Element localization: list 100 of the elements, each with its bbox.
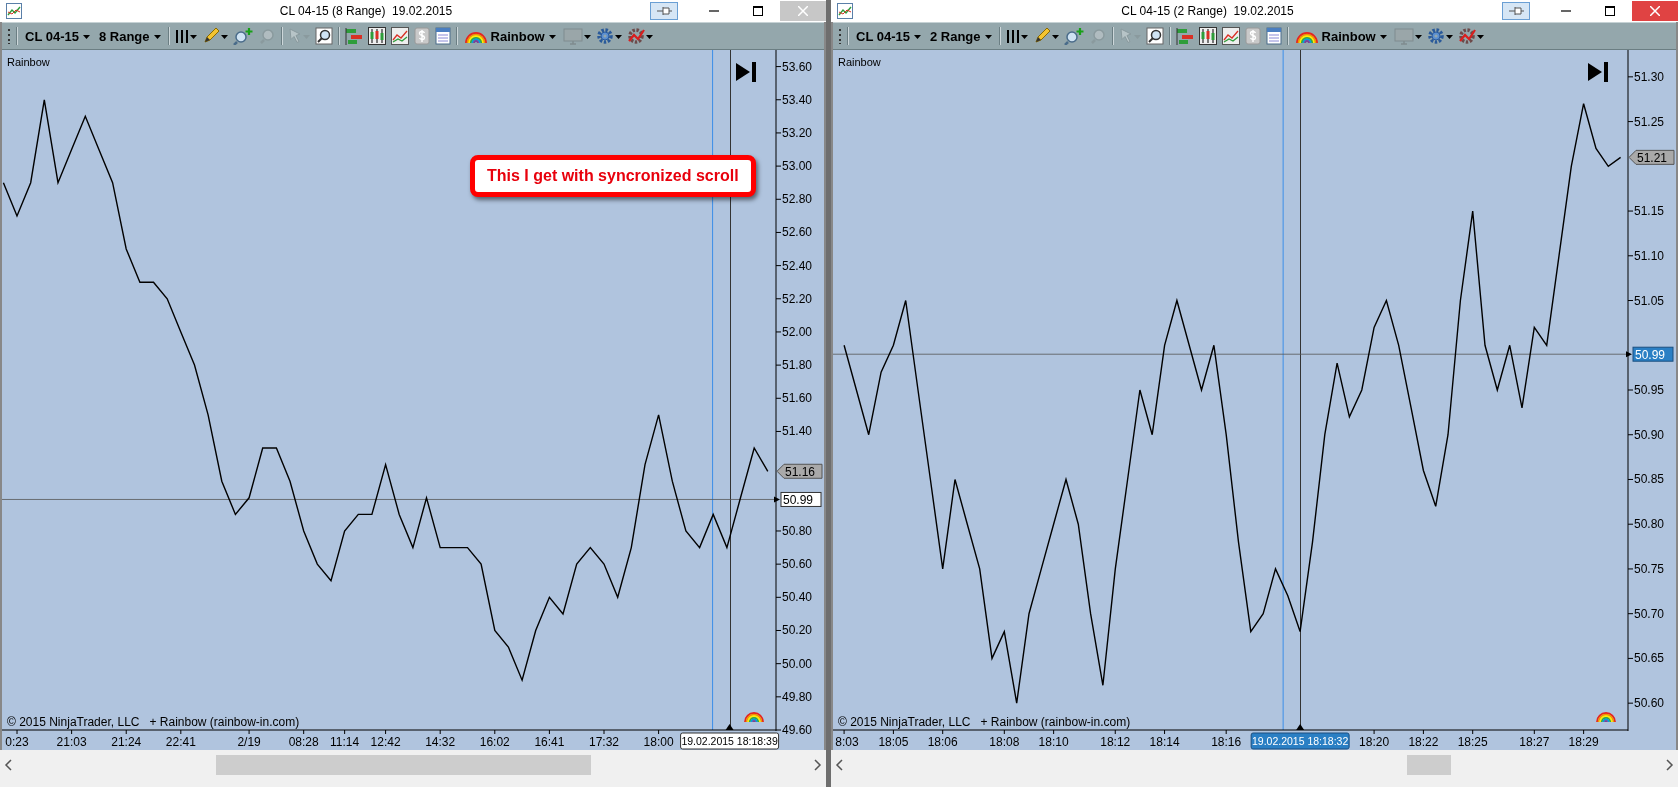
scroll-right-icon[interactable] (1666, 759, 1674, 771)
x-tick-label: 11:14 (330, 735, 360, 749)
x-tick-label: 18:20 (1359, 735, 1390, 749)
chart-app-icon (837, 3, 853, 19)
pin-button[interactable] (650, 2, 678, 20)
close-icon (798, 6, 808, 16)
period-dropdown[interactable]: 8 Range (96, 25, 163, 47)
y-tick-label: 50.85 (1634, 472, 1665, 487)
y-tick-label: 50.80 (782, 524, 813, 538)
y-tick-label: 49.80 (782, 689, 813, 704)
instrument-dropdown[interactable]: CL 04-15 (854, 25, 923, 47)
y-tick-label: 50.60 (1634, 696, 1665, 711)
x-tick-label: 14:32 (425, 735, 456, 749)
pin-icon (1507, 5, 1525, 17)
y-tick-label: 50.80 (1634, 517, 1665, 532)
y-tick-label: 51.15 (1634, 204, 1665, 219)
scroll-right-icon[interactable] (814, 759, 822, 771)
y-tick-label: 51.80 (782, 358, 813, 373)
grip-icon[interactable] (839, 27, 842, 45)
scroll-left-icon[interactable] (835, 759, 843, 771)
y-tick-label: 53.40 (782, 92, 813, 107)
x-tick-label: 21:03 (56, 735, 87, 749)
last-price-tag: 51.16 (776, 463, 823, 479)
y-tick-label: 51.40 (782, 424, 813, 439)
x-tick-label: 8:03 (835, 735, 859, 749)
maximize-icon (753, 6, 763, 16)
pencil-icon[interactable] (201, 27, 220, 45)
line-chart-icon[interactable] (390, 27, 409, 45)
dollar-icon[interactable] (413, 27, 430, 45)
minimize-icon (709, 10, 719, 12)
indicator-dropdown[interactable]: Rainbow (462, 25, 558, 47)
indicator-dropdown[interactable]: Rainbow (1293, 25, 1389, 47)
chart-app-icon (6, 3, 22, 19)
indicator-label: Rainbow (7, 56, 50, 68)
skip-to-end-icon[interactable] (1588, 62, 1608, 82)
y-tick-label: 50.40 (782, 590, 813, 605)
zoom-in-icon[interactable] (1063, 27, 1084, 45)
y-tick-label: 53.60 (782, 59, 813, 74)
candlestick-icon[interactable] (1198, 27, 1217, 45)
bars-icon[interactable] (1005, 27, 1020, 45)
y-tick-label: 52.40 (782, 258, 813, 273)
period-dropdown[interactable]: 2 Range (927, 25, 994, 47)
scroll-left-icon[interactable] (4, 759, 12, 771)
indicator-label: Rainbow (838, 56, 881, 68)
zoom-in-icon[interactable] (232, 27, 253, 45)
close-button[interactable] (1632, 1, 1678, 21)
x-tick-label: 0:23 (5, 735, 29, 749)
y-tick-label: 52.20 (782, 291, 813, 306)
rainbow-icon (1596, 712, 1616, 723)
x-tick-label: 08:28 (288, 735, 319, 749)
cursor-time-label: 19.02.2015 18:18:39 (680, 732, 780, 750)
pin-icon (655, 5, 673, 17)
copyright-text: © 2015 NinjaTrader, LLC + Rainbow (rainbow-in.com) (7, 715, 300, 729)
x-tick-label: 18:08 (989, 735, 1020, 749)
y-tick-label: 50.90 (1634, 427, 1665, 442)
copyright-text: © 2015 NinjaTrader, LLC + Rainbow (rainbow-in.com) (838, 715, 1131, 729)
y-tick-label: 51.30 (1634, 69, 1665, 84)
y-tick-label: 50.70 (1634, 606, 1665, 621)
y-tick-label: 49.60 (782, 723, 813, 737)
bars-icon[interactable] (174, 27, 189, 45)
close-icon (1650, 6, 1660, 16)
x-tick-label: 18:29 (1568, 735, 1599, 749)
pencil-icon[interactable] (1032, 27, 1051, 45)
properties-icon[interactable] (1265, 27, 1282, 45)
window-title: CL 04-15 (2 Range) 19.02.2015 (1120, 4, 1295, 18)
x-tick-label: 18:22 (1408, 735, 1439, 749)
y-tick-label: 52.60 (782, 225, 813, 240)
y-tick-label: 53.00 (782, 159, 813, 174)
cursor-time-label: 19.02.2015 18:18:32 (1250, 732, 1350, 750)
skip-to-end-icon[interactable] (736, 62, 756, 82)
magnifier-icon[interactable] (314, 27, 333, 45)
cursor-marker-icon (725, 724, 734, 730)
pin-button[interactable] (1502, 2, 1530, 20)
y-tick-label: 51.60 (782, 391, 813, 406)
x-tick-label: 18:14 (1149, 735, 1180, 749)
scrollbar-thumb[interactable] (216, 755, 591, 775)
y-tick-label: 51.05 (1634, 293, 1665, 308)
x-tick-label: 18:25 (1457, 735, 1488, 749)
magnifier-icon[interactable] (1145, 27, 1164, 45)
x-tick-label: 12:42 (370, 735, 401, 749)
x-tick-label: 18:27 (1519, 735, 1550, 749)
minimize-icon (1561, 10, 1571, 12)
properties-icon[interactable] (434, 27, 451, 45)
y-tick-label: 51.10 (1634, 248, 1665, 263)
y-tick-label: 50.95 (1634, 383, 1665, 397)
y-tick-label: 53.20 (782, 125, 813, 140)
annotation-callout: This I get with syncronized scroll (470, 155, 756, 197)
grip-icon[interactable] (8, 27, 11, 45)
x-tick-label: 2/19 (237, 735, 261, 749)
maximize-icon (1605, 6, 1615, 16)
scrollbar-thumb[interactable] (1407, 755, 1451, 775)
x-tick-label: 18:16 (1211, 735, 1242, 749)
window-title: CL 04-15 (8 Range) 19.02.2015 (278, 4, 454, 18)
instrument-dropdown[interactable]: CL 04-15 (23, 25, 92, 47)
dollar-icon[interactable] (1244, 27, 1261, 45)
x-tick-label: 18:05 (878, 735, 909, 749)
line-chart-icon[interactable] (1221, 27, 1240, 45)
candlestick-icon[interactable] (367, 27, 386, 45)
y-tick-label: 52.80 (782, 192, 813, 207)
x-tick-label: 18:00 (643, 735, 674, 749)
